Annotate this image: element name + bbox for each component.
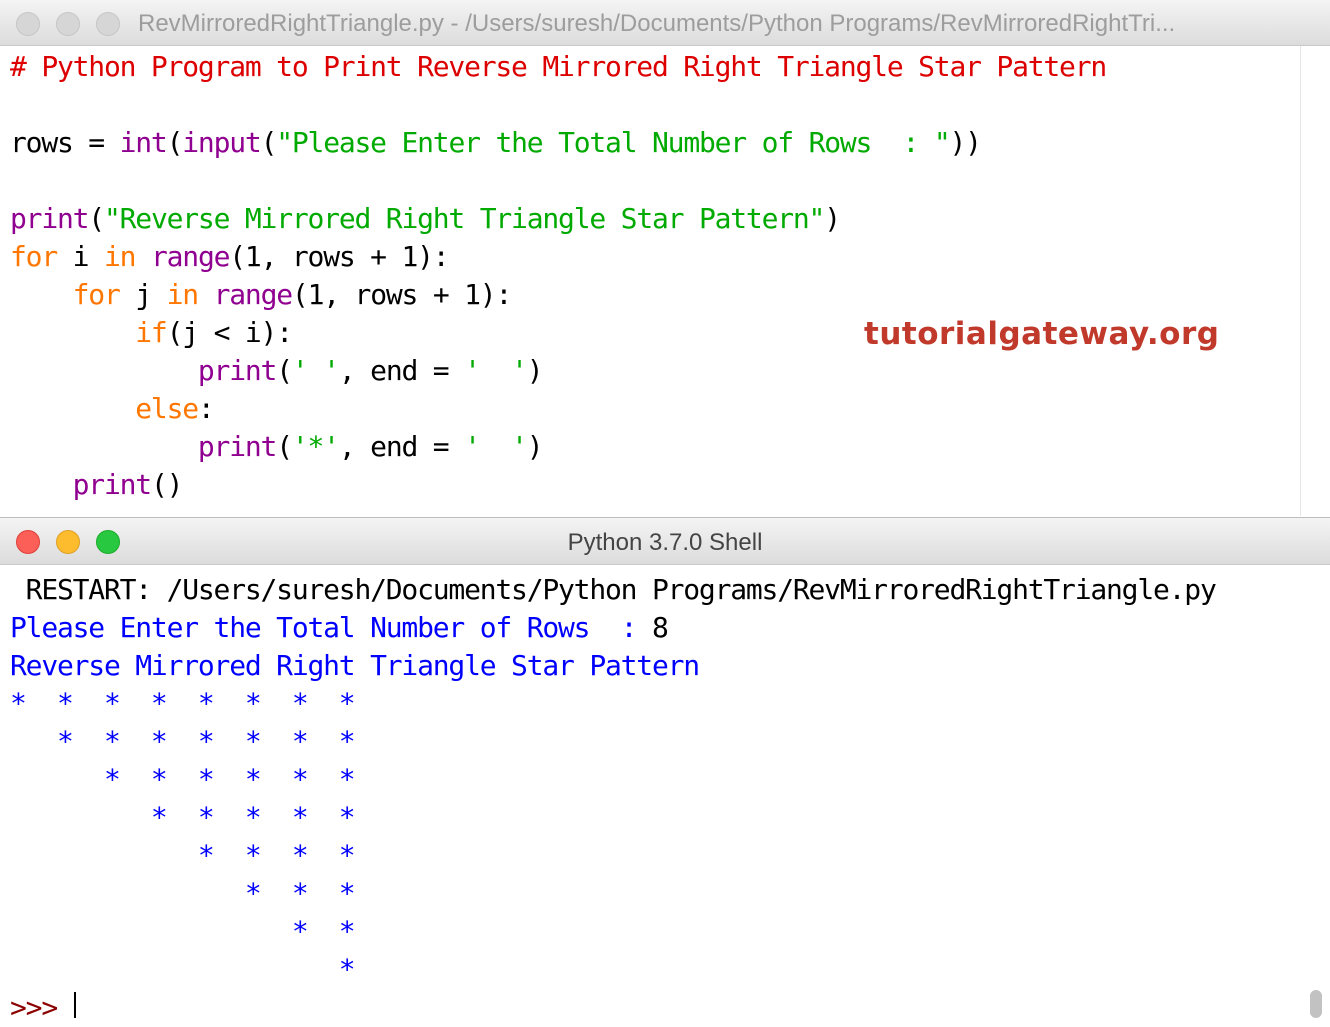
code-token: (1, rows + 1): [291,278,512,311]
editor-titlebar[interactable]: RevMirroredRightTriangle.py - /Users/sur… [0,0,1330,46]
code-token: print [72,468,153,501]
code-token: rows = [10,126,120,159]
code-token: ( [166,126,184,159]
pattern-title-line: Reverse Mirrored Right Triangle Star Pat… [10,649,700,682]
code-token: input [182,126,262,159]
editor-window: RevMirroredRightTriangle.py - /Users/sur… [0,0,1330,517]
code-token: ) [824,202,841,235]
code-token: ' ' [464,354,528,387]
text-cursor [74,992,76,1018]
code-token: for [10,240,58,273]
code-token: () [150,468,184,501]
code-token: '*' [291,430,340,463]
code-line-5: print("Reverse Mirrored Right Triangle S… [10,202,841,235]
code-line-9: print(' ', end = ' ') [10,354,544,387]
code-token: )) [949,126,983,159]
code-line-1: # Python Program to Print Reverse Mirror… [10,50,1107,83]
code-line-8: if(j < i): [10,316,293,349]
code-editor[interactable]: # Python Program to Print Reverse Mirror… [10,48,1107,504]
code-token: , end = [338,430,465,463]
code-token: ( [276,430,293,463]
code-line-12: print() [10,468,184,501]
shell-console[interactable]: RESTART: /Users/suresh/Documents/Python … [10,571,1217,1027]
code-token: ' ' [464,430,528,463]
star-row: * * * * [10,839,356,872]
watermark-logo: tutorialgateway.org [864,316,1220,352]
code-token: print [10,202,90,235]
user-input-value: 8 [651,611,669,644]
code-token: range [213,278,294,311]
close-button[interactable] [16,12,40,36]
zoom-button[interactable] [96,12,120,36]
code-token: ' ' [291,354,340,387]
code-token: print [197,354,278,387]
code-line-6: for i in range(1, rows + 1): [10,240,450,273]
code-line-7: for j in range(1, rows + 1): [10,278,513,311]
code-token: if [135,316,168,349]
code-token: ) [526,354,544,387]
code-token: ( [260,126,278,159]
minimize-button[interactable] [56,12,80,36]
code-token: "Please Enter the Total Number of Rows :… [276,126,950,159]
star-row: * * * * * * * * [10,687,356,720]
code-token: j [119,278,167,311]
editor-scrollbar[interactable] [1300,46,1330,516]
star-row: * * * * * * [10,763,356,796]
code-token: in [166,278,200,311]
editor-title: RevMirroredRightTriangle.py - /Users/sur… [138,10,1176,37]
star-row: * [10,953,356,986]
code-token: print [197,430,278,463]
code-token: int [119,126,168,159]
star-row: * * * * * [10,801,356,834]
code-token: for [72,278,121,311]
star-row: * * * * * * * [10,725,356,758]
code-token: (j < i): [166,316,293,349]
shell-title: Python 3.7.0 Shell [567,529,763,556]
comment-text: # Python Program to Print Reverse Mirror… [10,50,1107,83]
shell-titlebar[interactable]: Python 3.7.0 Shell [0,517,1330,565]
code-token: (1, rows + 1): [229,240,449,273]
code-token: i [56,240,104,273]
code-token: ( [88,202,105,235]
star-row: * * * [10,877,356,910]
code-token: "Reverse Mirrored Right Triangle Star Pa… [103,202,825,235]
input-prompt-line: Please Enter the Total Number of Rows : [10,611,652,644]
code-line-10: else: [10,392,214,425]
code-token: ) [526,430,544,463]
code-token: ( [276,354,293,387]
code-token: range [150,240,231,273]
code-token: else [135,392,199,425]
code-line-3: rows = int(input("Please Enter the Total… [10,126,983,159]
code-token: in [103,240,137,273]
shell-scrollbar-thumb[interactable] [1310,990,1322,1018]
code-token: , end = [338,354,465,387]
shell-prompt: >>> [10,991,73,1024]
star-row: * * [10,915,356,948]
code-token: : [197,392,215,425]
window-controls [16,12,136,40]
restart-line: RESTART: /Users/suresh/Documents/Python … [10,573,1217,606]
code-line-11: print('*', end = ' ') [10,430,544,463]
